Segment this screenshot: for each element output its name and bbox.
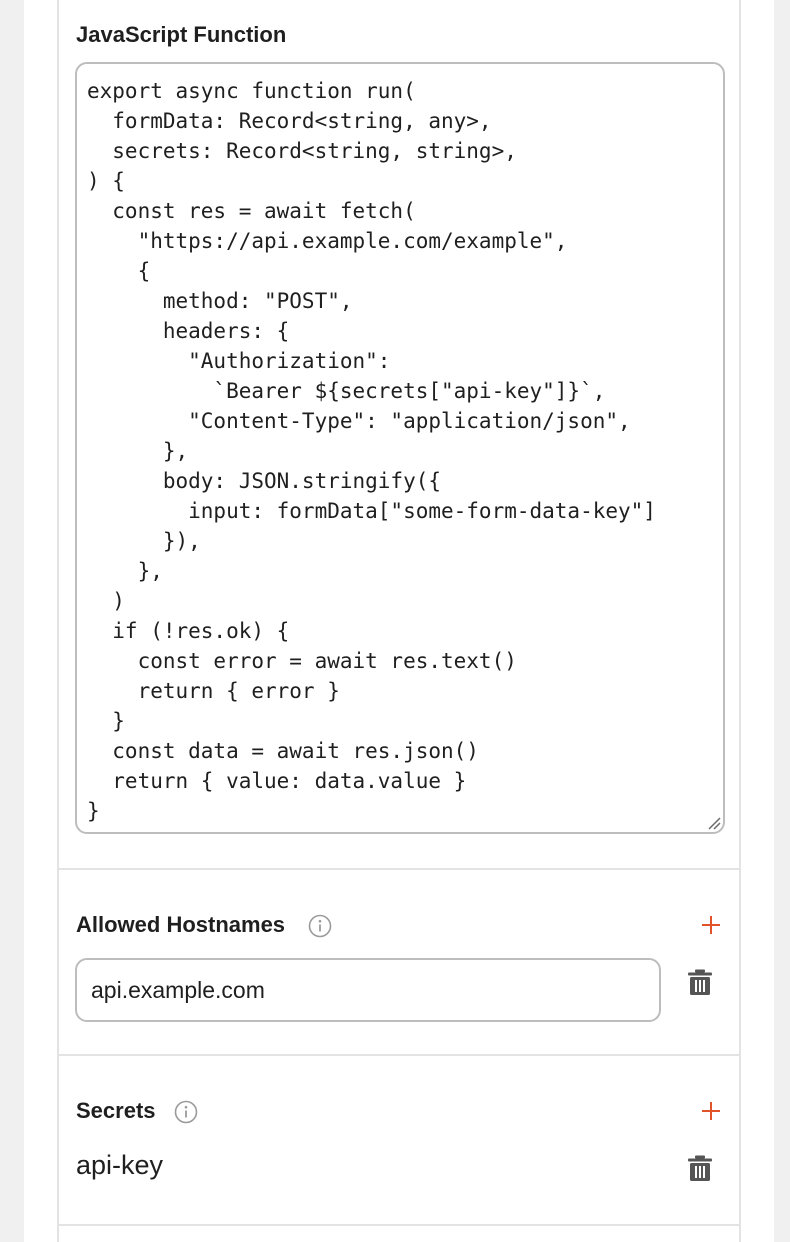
secrets-header: Secrets <box>76 1096 726 1126</box>
allowed-hostnames-header: Allowed Hostnames <box>76 910 726 940</box>
code-editor-text[interactable]: export async function run( formData: Rec… <box>87 76 713 826</box>
secrets-section: Secrets api-key <box>57 1056 741 1226</box>
add-secret-button[interactable] <box>696 1096 726 1126</box>
secret-name: api-key <box>76 1150 164 1180</box>
settings-card: JavaScript Function export async functio… <box>24 0 774 1242</box>
allowed-hostnames-section: Allowed Hostnames <box>57 870 741 1056</box>
next-section <box>57 1226 741 1242</box>
plus-icon <box>702 916 720 934</box>
resize-handle-icon[interactable] <box>707 816 721 830</box>
delete-secret-button[interactable] <box>687 1154 713 1182</box>
javascript-function-title: JavaScript Function <box>76 22 287 47</box>
javascript-function-section: JavaScript Function export async functio… <box>57 0 741 870</box>
plus-icon <box>702 1102 720 1120</box>
info-icon[interactable] <box>174 1100 198 1124</box>
info-icon[interactable] <box>308 914 332 938</box>
delete-hostname-button[interactable] <box>687 968 713 996</box>
code-editor[interactable]: export async function run( formData: Rec… <box>75 62 725 834</box>
allowed-hostnames-title: Allowed Hostnames <box>76 912 286 937</box>
secrets-title: Secrets <box>76 1098 156 1123</box>
hostname-input[interactable] <box>75 958 661 1022</box>
add-hostname-button[interactable] <box>696 910 726 940</box>
